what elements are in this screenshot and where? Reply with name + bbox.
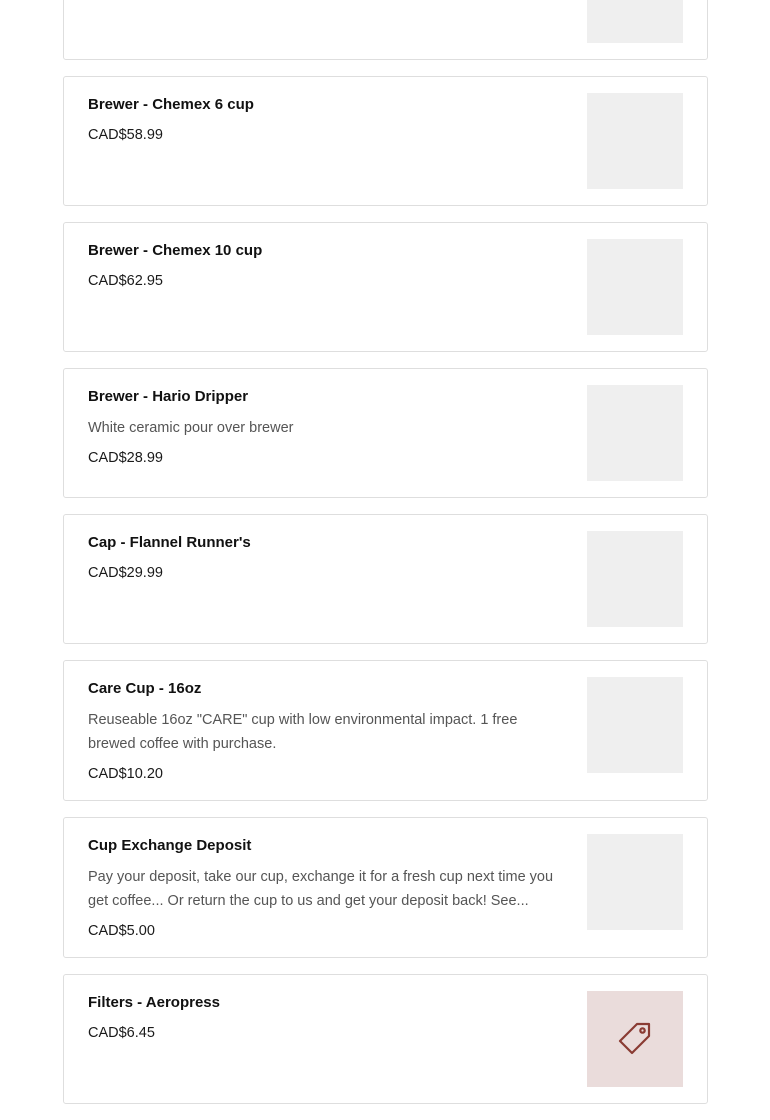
product-info: Brewer - Hario Dripper White ceramic pou… bbox=[64, 369, 568, 497]
product-price: CAD$62.95 bbox=[88, 273, 163, 289]
price-tag-icon bbox=[618, 1022, 651, 1055]
product-card-chemex-6[interactable]: Brewer - Chemex 6 cup CAD$58.99 bbox=[63, 76, 708, 206]
product-card-aeropress-filters[interactable]: Filters - Aeropress CAD$6.45 bbox=[63, 974, 708, 1104]
product-name: Cup Exchange Deposit bbox=[88, 837, 252, 854]
product-info: Brewer - Chemex 6 cup CAD$58.99 bbox=[64, 77, 568, 205]
product-info bbox=[64, 0, 568, 59]
product-image-placeholder bbox=[587, 991, 683, 1087]
product-image-placeholder bbox=[587, 239, 683, 335]
product-card-flannel-cap[interactable]: Cap - Flannel Runner's CAD$29.99 bbox=[63, 514, 708, 644]
product-card-hario-dripper[interactable]: Brewer - Hario Dripper White ceramic pou… bbox=[63, 368, 708, 498]
product-price: CAD$6.45 bbox=[88, 1025, 155, 1041]
product-description: Pay your deposit, take our cup, exchange… bbox=[88, 869, 554, 909]
product-image-placeholder bbox=[587, 531, 683, 627]
product-description: White ceramic pour over brewer bbox=[88, 420, 294, 436]
product-name: Brewer - Chemex 10 cup bbox=[88, 242, 263, 259]
product-name: Cap - Flannel Runner's bbox=[88, 534, 251, 551]
product-name: Brewer - Hario Dripper bbox=[88, 388, 249, 405]
product-card[interactable] bbox=[63, 0, 708, 60]
product-name: Brewer - Chemex 6 cup bbox=[88, 96, 254, 113]
product-price: CAD$29.99 bbox=[88, 565, 163, 581]
product-list: Brewer - Chemex 6 cup CAD$58.99 Brewer -… bbox=[63, 0, 708, 1120]
product-card-cup-exchange[interactable]: Cup Exchange Deposit Pay your deposit, t… bbox=[63, 817, 708, 958]
product-card-chemex-10[interactable]: Brewer - Chemex 10 cup CAD$62.95 bbox=[63, 222, 708, 352]
product-name: Filters - Aeropress bbox=[88, 994, 220, 1011]
product-image-placeholder bbox=[587, 677, 683, 773]
product-price: CAD$28.99 bbox=[88, 450, 163, 466]
product-info: Brewer - Chemex 10 cup CAD$62.95 bbox=[64, 223, 568, 351]
product-name: Care Cup - 16oz bbox=[88, 680, 202, 697]
product-info: Cap - Flannel Runner's CAD$29.99 bbox=[64, 515, 568, 643]
product-info: Cup Exchange Deposit Pay your deposit, t… bbox=[64, 818, 568, 957]
product-price: CAD$58.99 bbox=[88, 127, 163, 143]
product-card-care-cup[interactable]: Care Cup - 16oz Reuseable 16oz "CARE" cu… bbox=[63, 660, 708, 801]
product-info: Filters - Aeropress CAD$6.45 bbox=[64, 975, 568, 1103]
product-image-placeholder bbox=[587, 0, 683, 43]
product-image-placeholder bbox=[587, 93, 683, 189]
product-image-placeholder bbox=[587, 385, 683, 481]
product-price: CAD$10.20 bbox=[88, 766, 163, 782]
product-image-placeholder bbox=[587, 834, 683, 930]
product-description: Reuseable 16oz "CARE" cup with low envir… bbox=[88, 712, 518, 752]
product-info: Care Cup - 16oz Reuseable 16oz "CARE" cu… bbox=[64, 661, 568, 800]
product-price: CAD$5.00 bbox=[88, 923, 155, 939]
